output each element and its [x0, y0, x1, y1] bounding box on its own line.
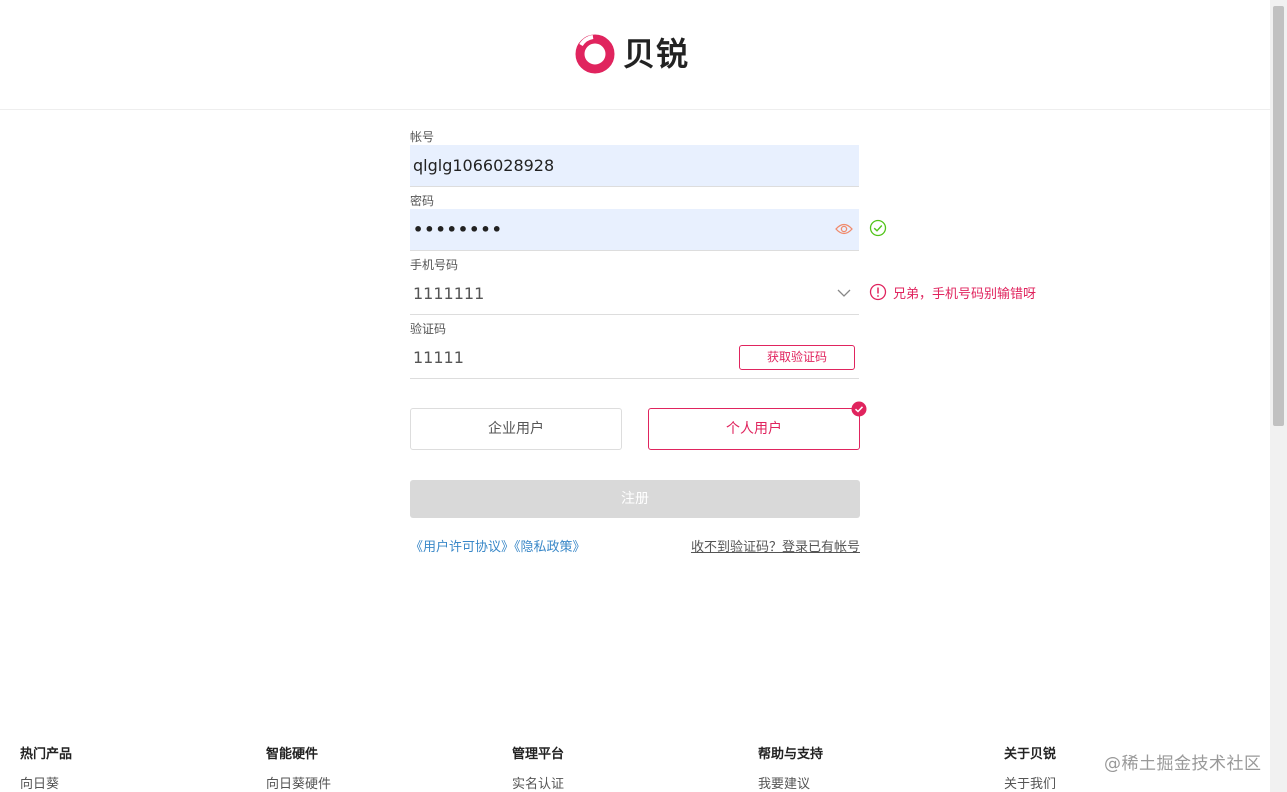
footer-col-hardware: 智能硬件 向日葵硬件 — [266, 746, 466, 792]
footer-col-platform: 管理平台 实名认证 — [512, 746, 712, 792]
password-field: 密码 •••••••• — [410, 193, 859, 251]
personal-user-option[interactable]: 个人用户 — [648, 401, 867, 450]
register-button[interactable]: 注册 — [410, 480, 860, 518]
enterprise-user-option[interactable]: 企业用户 — [410, 408, 622, 450]
phone-label: 手机号码 — [410, 258, 459, 272]
phone-field: 手机号码 1111111 — [410, 257, 859, 315]
login-link[interactable]: 收不到验证码？登录已有帐号 — [691, 536, 860, 555]
footer-col-support: 帮助与支持 我要建议 — [758, 746, 958, 792]
footer-link[interactable]: 实名认证 — [512, 776, 712, 792]
password-valid-check-icon — [869, 219, 887, 237]
account-value: qlglg1066028928 — [413, 156, 555, 175]
phone-error-text: 兄弟，手机号码别输错呀 — [893, 286, 1037, 302]
code-input[interactable]: 11111 获取验证码 — [410, 337, 859, 379]
chevron-down-icon[interactable] — [837, 288, 851, 298]
selected-check-icon — [851, 401, 867, 417]
enterprise-user-label: 企业用户 — [488, 421, 544, 437]
footer-title: 管理平台 — [512, 747, 565, 762]
vertical-scrollbar[interactable] — [1270, 0, 1287, 792]
brand-name: 贝锐 — [623, 35, 690, 73]
page-header: 贝锐 — [0, 0, 1270, 110]
footer-link[interactable]: 向日葵硬件 — [266, 776, 466, 792]
footer-title: 帮助与支持 — [758, 747, 824, 762]
code-field: 验证码 11111 获取验证码 — [410, 321, 859, 379]
brand-logo[interactable]: 贝锐 — [573, 32, 689, 76]
agreement-links: 《用户许可协议》《隐私政策》 收不到验证码？登录已有帐号 — [410, 536, 860, 556]
eye-icon[interactable] — [835, 222, 853, 236]
logo-ring-icon — [575, 34, 615, 74]
phone-error-message: 兄弟，手机号码别输错呀 — [869, 283, 1037, 302]
phone-value: 1111111 — [413, 284, 485, 303]
footer-title: 智能硬件 — [266, 747, 319, 762]
agreements-link[interactable]: 《用户许可协议》《隐私政策》 — [410, 540, 586, 555]
watermark: @稀土掘金技术社区 — [1104, 754, 1262, 774]
footer-link[interactable]: 关于我们 — [1004, 776, 1204, 792]
footer-title: 热门产品 — [20, 747, 73, 762]
phone-input[interactable]: 1111111 — [410, 273, 859, 315]
password-value: •••••••• — [413, 220, 503, 239]
error-icon — [869, 283, 887, 301]
account-field: 帐号 qlglg1066028928 — [410, 129, 859, 187]
footer-link[interactable]: 我要建议 — [758, 776, 958, 792]
personal-user-label: 个人用户 — [726, 421, 782, 437]
password-label: 密码 — [410, 194, 435, 208]
account-input[interactable]: qlglg1066028928 — [410, 145, 859, 187]
code-label: 验证码 — [410, 322, 447, 336]
account-label: 帐号 — [410, 130, 435, 144]
footer-link[interactable]: 向日葵 — [20, 776, 220, 792]
footer-col-hot-products: 热门产品 向日葵 — [20, 746, 220, 792]
password-input[interactable]: •••••••• — [410, 209, 859, 251]
scrollbar-thumb[interactable] — [1273, 6, 1284, 426]
get-code-button[interactable]: 获取验证码 — [739, 345, 855, 370]
